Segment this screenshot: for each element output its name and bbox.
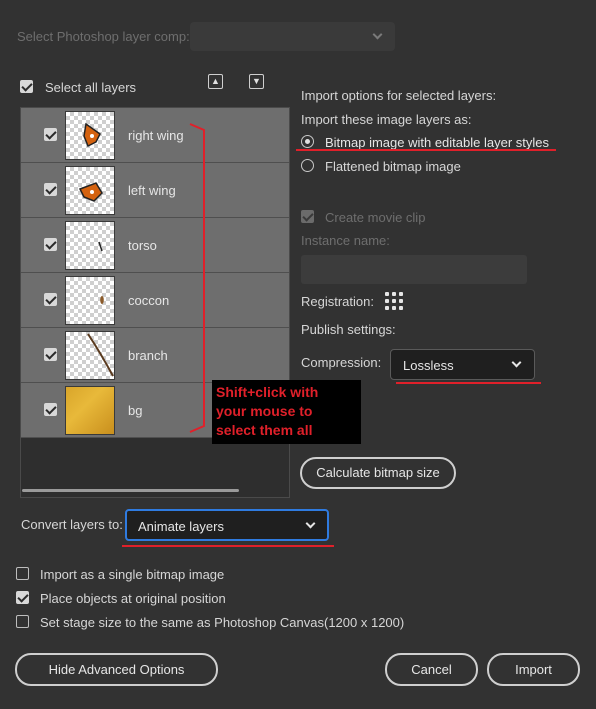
layer-name: bg xyxy=(128,403,143,418)
layer-checkbox[interactable] xyxy=(44,128,57,141)
convert-layers-value: Animate layers xyxy=(138,519,224,534)
create-movie-clip-label: Create movie clip xyxy=(325,210,426,225)
stage-size-label: Set stage size to the same as Photoshop … xyxy=(40,615,405,630)
layer-row[interactable]: coccon xyxy=(21,273,289,328)
layer-checkbox[interactable] xyxy=(44,238,57,251)
horizontal-scrollbar[interactable] xyxy=(22,489,239,492)
registration-grid-icon[interactable] xyxy=(385,292,405,312)
bracket-annotation xyxy=(189,123,205,433)
layer-name: right wing xyxy=(128,128,184,143)
layer-name: torso xyxy=(128,238,157,253)
radio-flattened[interactable]: Flattened bitmap image xyxy=(301,159,501,175)
select-all-checkbox[interactable] xyxy=(20,80,34,94)
butterfly-wing-icon xyxy=(65,111,115,160)
chevron-down-icon xyxy=(305,518,316,529)
butterfly-wing-icon xyxy=(65,166,115,215)
select-all-label: Select all layers xyxy=(45,80,137,95)
branch-icon xyxy=(65,331,115,380)
layer-row[interactable]: right wing xyxy=(21,108,289,163)
original-position-checkbox[interactable] xyxy=(16,591,29,604)
chevron-down-icon xyxy=(372,29,383,40)
underline-annotation xyxy=(296,149,556,151)
calculate-bitmap-size-button[interactable]: Calculate bitmap size xyxy=(300,457,456,489)
convert-layers-dropdown[interactable]: Animate layers xyxy=(125,509,329,541)
instance-name-label: Instance name: xyxy=(301,233,390,248)
registration-label: Registration: xyxy=(301,294,374,309)
compression-label: Compression: xyxy=(301,355,382,370)
compression-dropdown[interactable]: Lossless xyxy=(390,349,535,380)
cocoon-icon xyxy=(65,276,115,325)
layer-row[interactable]: branch xyxy=(21,328,289,383)
publish-settings-label: Publish settings: xyxy=(301,322,396,337)
layer-name: branch xyxy=(128,348,168,363)
instance-name-input[interactable] xyxy=(301,255,527,284)
layer-checkbox[interactable] xyxy=(44,183,57,196)
annotation-box: Shift+click with your mouse to select th… xyxy=(212,380,361,444)
radio-bitmap-label: Bitmap image with editable layer styles xyxy=(325,135,549,150)
compression-value: Lossless xyxy=(403,358,454,373)
annotation-line: your mouse to xyxy=(216,403,313,419)
layer-name: coccon xyxy=(128,293,170,308)
layer-row[interactable]: left wing xyxy=(21,163,289,218)
create-movie-clip-checkbox[interactable] xyxy=(301,210,314,223)
radio-selected-icon xyxy=(301,135,314,148)
layer-comp-label: Select Photoshop layer comp: xyxy=(17,29,190,44)
cancel-button[interactable]: Cancel xyxy=(385,653,478,686)
stage-size-checkbox[interactable] xyxy=(16,615,29,628)
annotation-line: select them all xyxy=(216,422,313,438)
radio-unselected-icon xyxy=(301,159,314,172)
layer-checkbox[interactable] xyxy=(44,293,57,306)
chevron-down-icon xyxy=(511,357,522,368)
layer-checkbox[interactable] xyxy=(44,348,57,361)
annotation-line: Shift+click with xyxy=(216,384,319,400)
single-bitmap-checkbox[interactable] xyxy=(16,567,29,580)
layer-name: left wing xyxy=(128,183,176,198)
hide-advanced-options-button[interactable]: Hide Advanced Options xyxy=(15,653,218,686)
background-image-icon xyxy=(65,386,115,435)
layer-checkbox[interactable] xyxy=(44,403,57,416)
radio-flattened-label: Flattened bitmap image xyxy=(325,159,461,174)
move-up-icon[interactable]: ▲ xyxy=(208,74,223,89)
underline-annotation xyxy=(396,382,541,384)
import-as-label: Import these image layers as: xyxy=(301,112,472,127)
original-position-label: Place objects at original position xyxy=(40,591,226,606)
underline-annotation xyxy=(122,545,334,547)
layer-row[interactable]: torso xyxy=(21,218,289,273)
checkbox-checked-icon xyxy=(20,80,33,93)
convert-layers-label: Convert layers to: xyxy=(21,517,123,532)
move-down-icon[interactable]: ▼ xyxy=(249,74,264,89)
layer-comp-select[interactable] xyxy=(190,22,395,51)
torso-icon xyxy=(65,221,115,270)
options-heading: Import options for selected layers: xyxy=(301,88,497,103)
single-bitmap-label: Import as a single bitmap image xyxy=(40,567,225,582)
import-button[interactable]: Import xyxy=(487,653,580,686)
